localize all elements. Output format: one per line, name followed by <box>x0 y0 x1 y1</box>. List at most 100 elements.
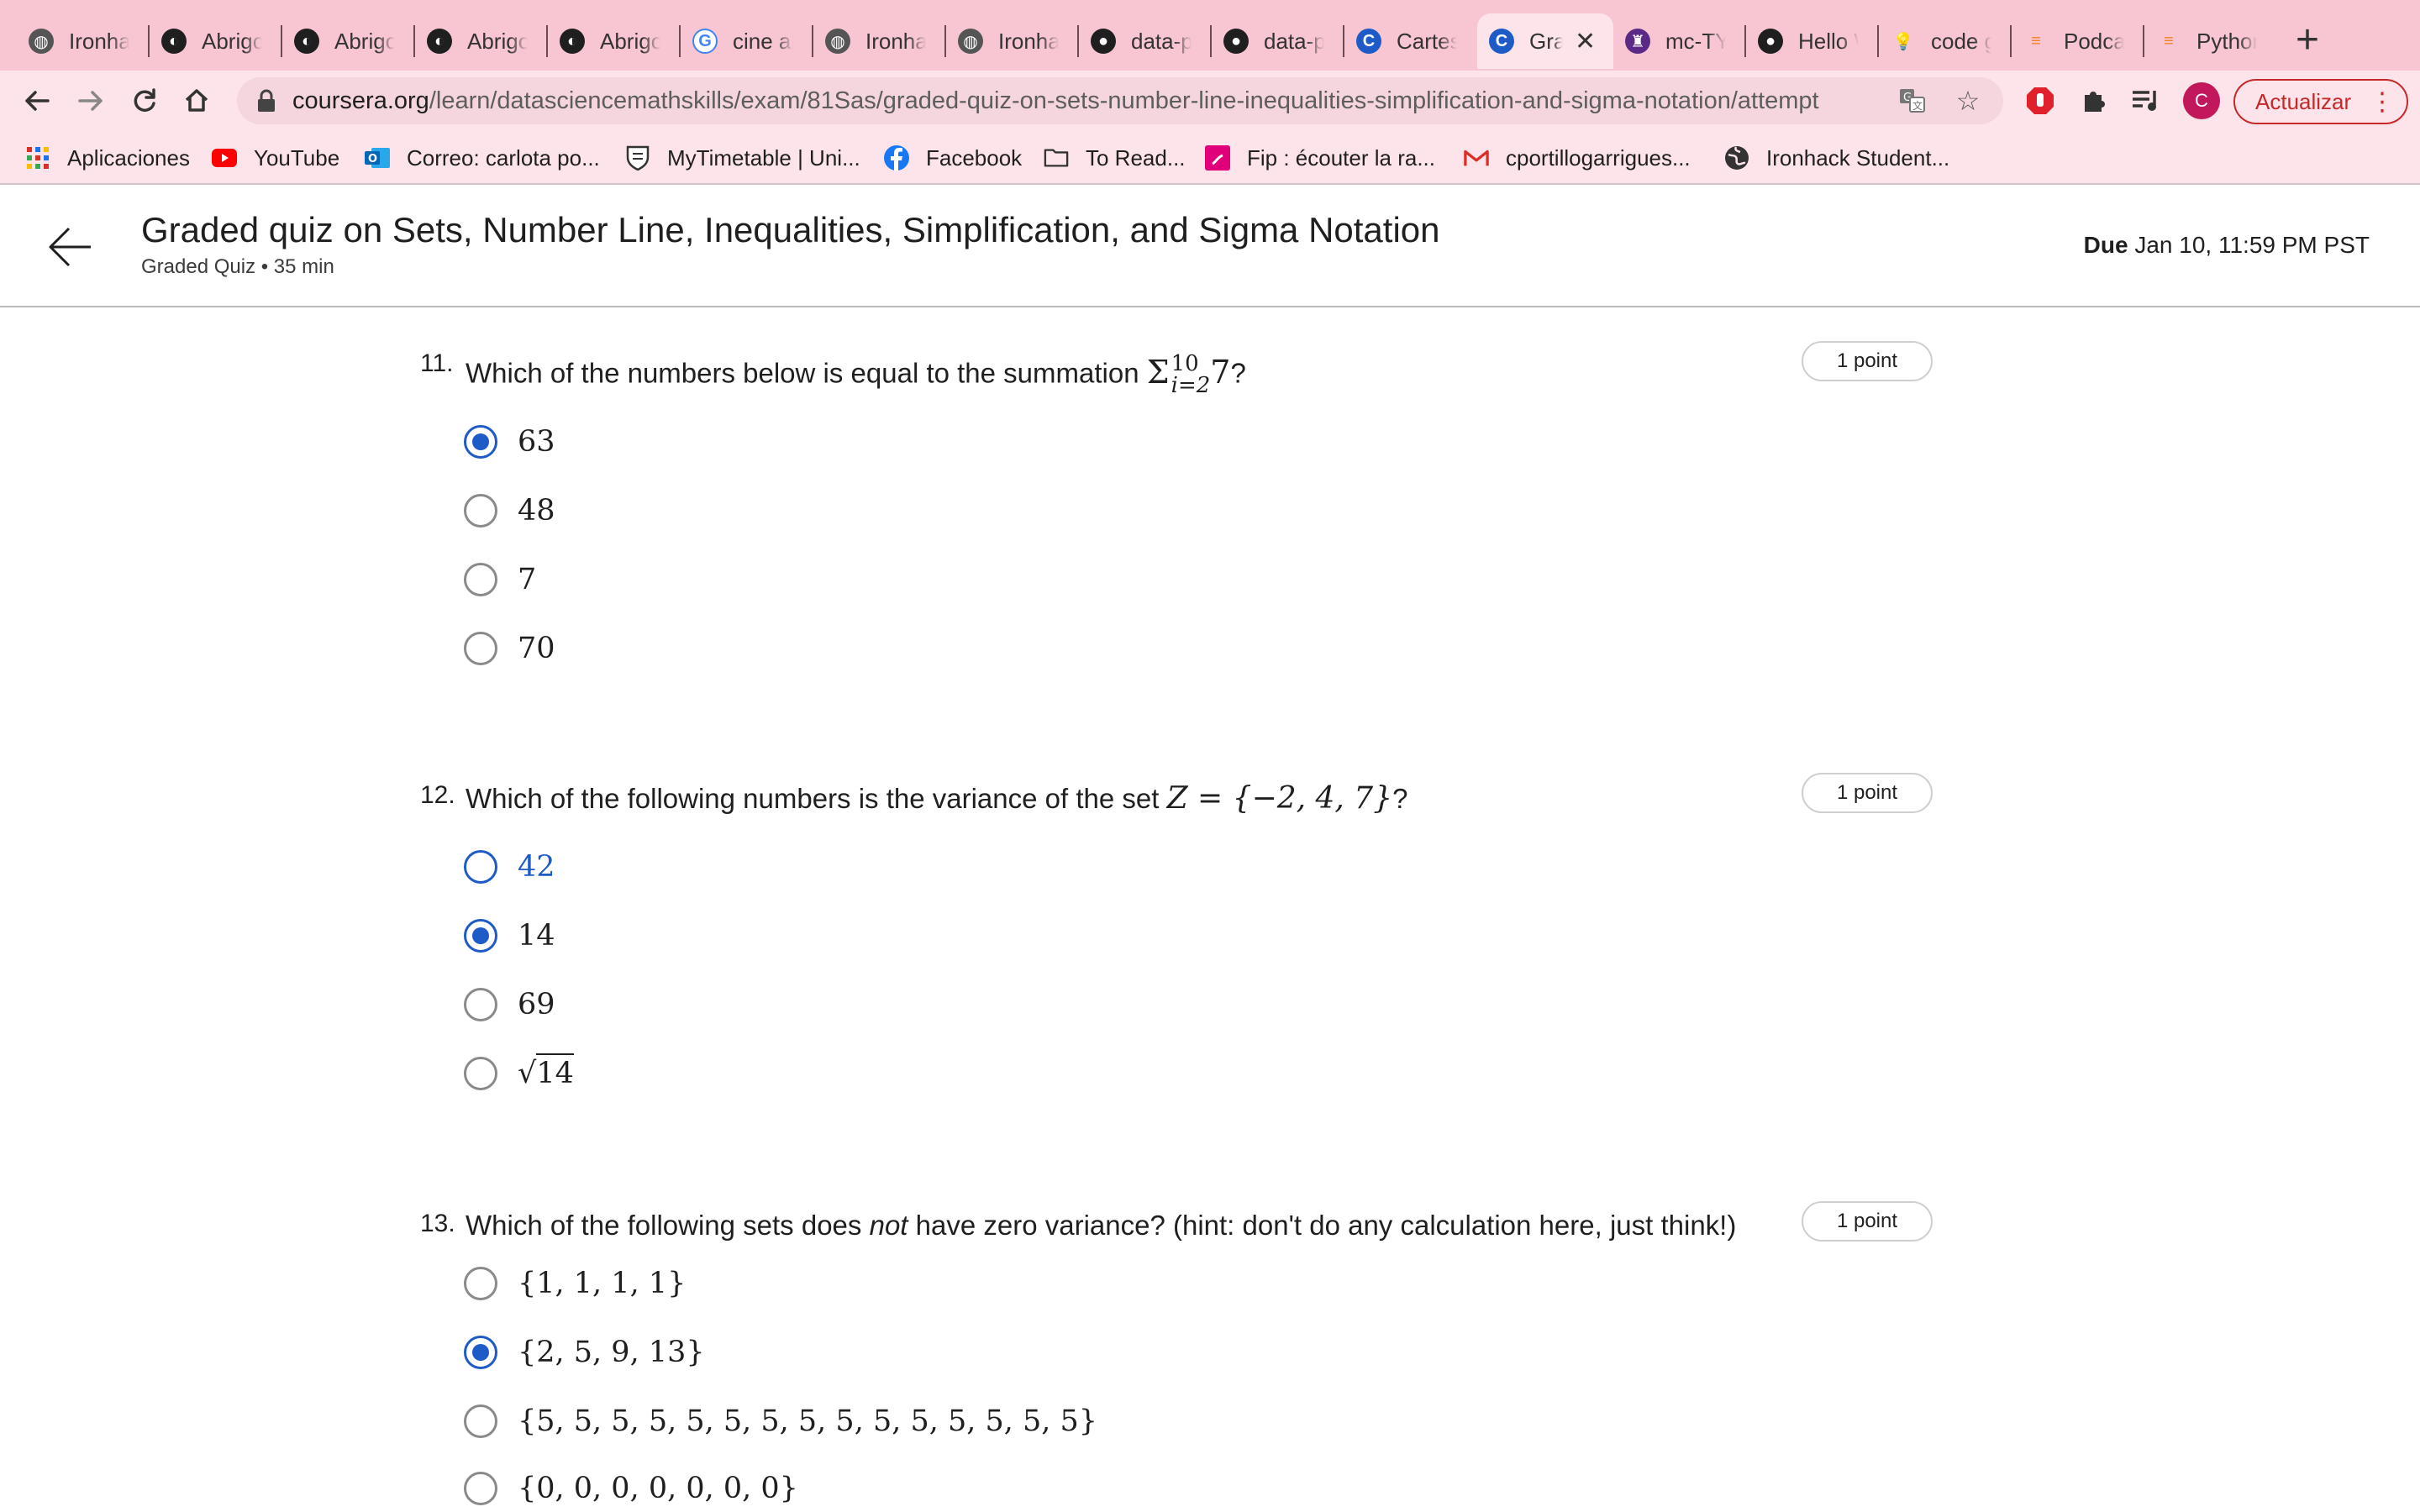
question-number: 11. <box>420 349 454 377</box>
radio-button[interactable] <box>464 988 497 1021</box>
bookmark-outlook[interactable]: O Correo: carlota po... <box>365 143 600 173</box>
option-label-sqrt: √14 <box>518 1053 574 1090</box>
back-nav-icon[interactable] <box>17 81 57 121</box>
new-tab-icon[interactable]: + <box>2296 17 2319 63</box>
svg-text:文: 文 <box>1912 99 1923 112</box>
page-title: Graded quiz on Sets, Number Line, Inequa… <box>141 210 1440 249</box>
home-icon[interactable] <box>176 81 217 121</box>
bookmark-folder-to-read[interactable]: To Read... <box>1044 143 1186 173</box>
radio-button-checked[interactable] <box>464 425 497 459</box>
radio-button[interactable] <box>464 1404 497 1438</box>
tab-15[interactable]: ≡ Podcas <box>2012 13 2144 69</box>
bookmark-label: To Read... <box>1086 144 1186 171</box>
due-date: Due Jan 10, 11:59 PM PST <box>2084 232 2370 259</box>
extensions-puzzle-icon[interactable] <box>2075 82 2112 119</box>
tab-3[interactable]: ◐ Abrigos <box>415 13 548 69</box>
url-host: coursera.org <box>292 87 429 114</box>
tab-label: Abrigos <box>600 28 660 54</box>
forward-nav-icon[interactable] <box>71 81 111 121</box>
bookmark-facebook[interactable]: Facebook <box>884 143 1022 173</box>
tab-6[interactable]: ◍ Ironhack <box>813 13 946 69</box>
tab-label: Python <box>2196 28 2257 54</box>
shop-icon: ◐ <box>560 29 585 54</box>
google-icon: G <box>692 29 718 54</box>
media-queue-icon[interactable] <box>2128 82 2165 119</box>
answer-option[interactable]: {0, 0, 0, 0, 0, 0, 0} <box>464 1467 798 1510</box>
tab-2[interactable]: ◐ Abrigos <box>282 13 415 69</box>
address-bar[interactable]: coursera.org/learn/datasciencemathskills… <box>237 77 2003 124</box>
answer-option[interactable]: {5, 5, 5, 5, 5, 5, 5, 5, 5, 5, 5, 5, 5, … <box>464 1399 1097 1443</box>
tab-strip: ◍ Ironhack ◐ Abrigos ◐ Abrigos ◐ Abrigos… <box>0 0 2420 71</box>
question-prompt-start: Which of the following sets does <box>466 1210 862 1241</box>
back-arrow-icon[interactable] <box>47 223 94 270</box>
tab-0[interactable]: ◍ Ironhack <box>17 13 150 69</box>
tab-active[interactable]: C Gra ✕ <box>1477 13 1613 69</box>
shield-crest-icon <box>625 145 650 171</box>
more-menu-icon[interactable]: ⋮ <box>2370 87 2395 117</box>
answer-option[interactable]: 69 <box>464 983 555 1026</box>
answer-option[interactable]: 7 <box>464 558 536 601</box>
answer-option[interactable]: 14 <box>464 914 555 958</box>
radio-button[interactable] <box>464 1057 497 1090</box>
tab-10[interactable]: C Cartes <box>1344 13 1477 69</box>
radio-button-checked[interactable] <box>464 919 497 953</box>
tab-12[interactable]: ♜ mc-TY <box>1613 13 1746 69</box>
tab-1[interactable]: ◐ Abrigos <box>150 13 282 69</box>
option-label: {5, 5, 5, 5, 5, 5, 5, 5, 5, 5, 5, 5, 5, … <box>518 1404 1098 1438</box>
radio-button-hover[interactable] <box>464 850 497 884</box>
radio-button[interactable] <box>464 494 497 528</box>
tab-4[interactable]: ◐ Abrigos <box>548 13 681 69</box>
answer-option[interactable]: 70 <box>464 627 555 670</box>
question-text: Which of the numbers below is equal to t… <box>466 353 1246 396</box>
url-text[interactable]: coursera.org/learn/datasciencemathskills… <box>292 87 1819 115</box>
tab-8[interactable]: ● data-p <box>1079 13 1212 69</box>
tab-5[interactable]: G cine ab <box>681 13 813 69</box>
tab-14[interactable]: 💡 code g <box>1879 13 2012 69</box>
tab-label: Gra <box>1529 28 1563 54</box>
radio-button[interactable] <box>464 563 497 596</box>
bookmarks-bar: Aplicaciones YouTube O Correo: carlota p… <box>0 131 2420 185</box>
tab-label: Ironhack <box>69 28 129 54</box>
answer-option[interactable]: 42 <box>464 845 555 889</box>
bookmark-label: Aplicaciones <box>67 144 190 171</box>
reload-icon[interactable] <box>124 81 165 121</box>
answer-option[interactable]: √14 <box>464 1052 574 1095</box>
crest-icon: ♜ <box>1625 29 1650 54</box>
bookmark-apps[interactable]: Aplicaciones <box>25 143 190 173</box>
bookmark-label: cportillogarrigues... <box>1506 144 1691 171</box>
bookmark-ironhack[interactable]: Ironhack Student... <box>1724 143 1949 173</box>
radio-button[interactable] <box>464 1472 497 1505</box>
radio-button[interactable] <box>464 632 497 665</box>
radio-button-checked[interactable] <box>464 1336 497 1369</box>
bookmark-label: Fip : écouter la ra... <box>1247 144 1435 171</box>
shop-icon: ◐ <box>294 29 319 54</box>
radio-button[interactable] <box>464 1267 497 1300</box>
tab-16[interactable]: ≡ Python <box>2144 13 2277 69</box>
bookmark-gmail[interactable]: cportillogarrigues... <box>1464 143 1691 173</box>
answer-option[interactable]: {2, 5, 9, 13} <box>464 1331 705 1374</box>
tab-label: mc-TY <box>1665 28 1726 54</box>
stack-icon: ≡ <box>2164 31 2174 50</box>
bookmark-label: Correo: carlota po... <box>407 144 600 171</box>
bookmark-star-icon[interactable]: ☆ <box>1951 84 1985 118</box>
answer-option[interactable]: {1, 1, 1, 1} <box>464 1262 686 1305</box>
question-text: Which of the following numbers is the va… <box>466 781 1407 816</box>
tab-13[interactable]: ● Hello W <box>1746 13 1879 69</box>
adblock-icon[interactable] <box>2022 82 2059 119</box>
profile-avatar[interactable]: C <box>2183 82 2220 119</box>
set-expression: Z = {−2, 4, 7} <box>1166 781 1393 816</box>
tab-7[interactable]: ◍ Ironhack <box>946 13 1079 69</box>
answer-option[interactable]: 63 <box>464 420 555 464</box>
tab-9[interactable]: ● data-p <box>1212 13 1344 69</box>
update-browser-button[interactable]: Actualizar ⋮ <box>2233 79 2408 124</box>
answer-option[interactable]: 48 <box>464 489 555 533</box>
close-tab-icon[interactable]: ✕ <box>1575 27 1596 56</box>
sqrt-symbol: √ <box>518 1057 537 1090</box>
bookmark-youtube[interactable]: YouTube <box>212 143 339 173</box>
translate-icon[interactable]: G文 <box>1896 84 1929 118</box>
bookmark-fip[interactable]: Fip : écouter la ra... <box>1205 143 1435 173</box>
question-number: 13. <box>420 1210 455 1237</box>
bookmark-mytimetable[interactable]: MyTimetable | Uni... <box>625 143 860 173</box>
question-prompt: Which of the numbers below is equal to t… <box>466 357 1139 389</box>
folder-icon <box>1044 145 1069 171</box>
